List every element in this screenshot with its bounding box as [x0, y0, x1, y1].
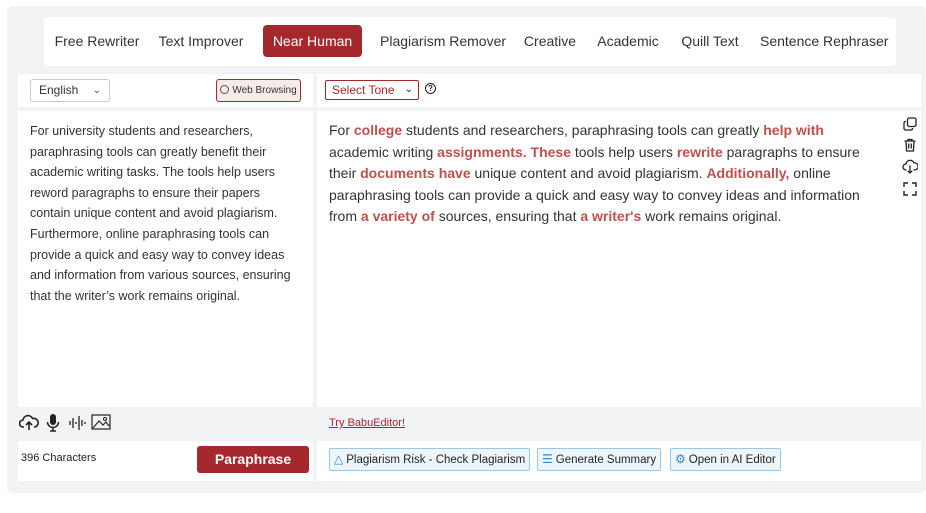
output-segment: work remains original.: [641, 208, 782, 224]
chevron-down-icon: ⌄: [404, 84, 413, 95]
input-toolbar: English ⌄ Web Browsing: [18, 74, 313, 107]
upload-cloud-icon[interactable]: [18, 413, 39, 437]
input-footer: 396 Characters Paraphrase: [18, 441, 313, 481]
highlighted-word[interactable]: help with: [763, 122, 824, 138]
output-text: For college students and researchers, pa…: [329, 120, 884, 228]
trash-icon[interactable]: [902, 138, 918, 155]
output-segment: tools help users: [570, 143, 677, 160]
paraphrase-button[interactable]: Paraphrase: [197, 446, 309, 473]
output-segment: students and researchers, paraphrasing t…: [402, 122, 764, 138]
output-segment: academic writing: [329, 143, 438, 160]
tone-select[interactable]: Select Tone ⌄: [325, 80, 419, 100]
summary-lines-icon: ☰: [542, 452, 553, 466]
globe-icon: [220, 85, 230, 94]
check-plagiarism-button[interactable]: △ Plagiarism Risk - Check Plagiarism: [329, 448, 531, 471]
tab-free-rewriter[interactable]: Free Rewriter: [52, 25, 142, 57]
output-footer: △ Plagiarism Risk - Check Plagiarism ☰ Gen…: [317, 441, 921, 481]
tab-academic[interactable]: Academic: [597, 25, 659, 57]
output-toolbar: Select Tone ⌄ ?: [317, 74, 921, 107]
input-tools: [18, 413, 118, 437]
help-icon[interactable]: ?: [425, 83, 436, 94]
ai-editor-icon: ⚙: [675, 452, 686, 466]
warning-triangle-icon: △: [334, 452, 344, 466]
output-segment: sources, ensuring that: [434, 208, 581, 224]
highlighted-word[interactable]: college: [354, 122, 402, 138]
open-ai-editor-label: Open in AI Editor: [688, 454, 776, 466]
microphone-icon[interactable]: [46, 413, 60, 437]
tab-plagiarism-remover[interactable]: Plagiarism Remover: [380, 25, 506, 57]
output-segment: unique content and avoid plagiarism.: [470, 165, 707, 181]
check-plagiarism-label: Plagiarism Risk - Check Plagiarism: [346, 454, 526, 466]
web-browsing-label: Web Browsing: [232, 85, 297, 96]
tab-text-improver[interactable]: Text Improver: [156, 25, 246, 57]
output-panel: For college students and researchers, pa…: [317, 111, 921, 407]
copy-icon[interactable]: [902, 117, 918, 134]
download-cloud-icon[interactable]: [902, 159, 919, 177]
tab-quill-text[interactable]: Quill Text: [680, 25, 740, 57]
web-browsing-button[interactable]: Web Browsing: [216, 79, 301, 102]
tab-near-human[interactable]: Near Human: [263, 25, 362, 57]
highlighted-word[interactable]: assignments. These: [437, 144, 571, 160]
highlighted-word[interactable]: rewrite: [677, 144, 723, 160]
output-segment: For: [329, 122, 354, 138]
language-value: English: [39, 83, 79, 97]
generate-summary-label: Generate Summary: [555, 454, 657, 466]
tab-creative[interactable]: Creative: [522, 25, 578, 57]
chevron-down-icon: ⌄: [92, 85, 101, 96]
tab-sentence-rephraser[interactable]: Sentence Rephraser: [760, 25, 888, 57]
character-count: 396 Characters: [21, 452, 97, 464]
mode-tab-bar: Free Rewriter Text Improver Near Human P…: [44, 17, 896, 66]
image-icon[interactable]: [91, 413, 111, 435]
tone-select-label: Select Tone: [332, 83, 395, 97]
input-textarea[interactable]: For university students and researchers,…: [18, 111, 313, 407]
highlighted-word[interactable]: Additionally,: [706, 165, 789, 181]
highlighted-word[interactable]: a variety of: [361, 208, 435, 224]
open-ai-editor-button[interactable]: ⚙ Open in AI Editor: [670, 448, 781, 471]
audio-wave-icon[interactable]: [68, 413, 86, 437]
language-select[interactable]: English ⌄: [30, 79, 110, 102]
try-babueditor-link[interactable]: Try BabuEditor!: [329, 417, 405, 429]
highlighted-word[interactable]: documents have: [360, 165, 470, 181]
highlighted-word[interactable]: a writer's: [580, 208, 641, 224]
fullscreen-icon[interactable]: [902, 182, 918, 199]
generate-summary-button[interactable]: ☰ Generate Summary: [537, 448, 662, 471]
